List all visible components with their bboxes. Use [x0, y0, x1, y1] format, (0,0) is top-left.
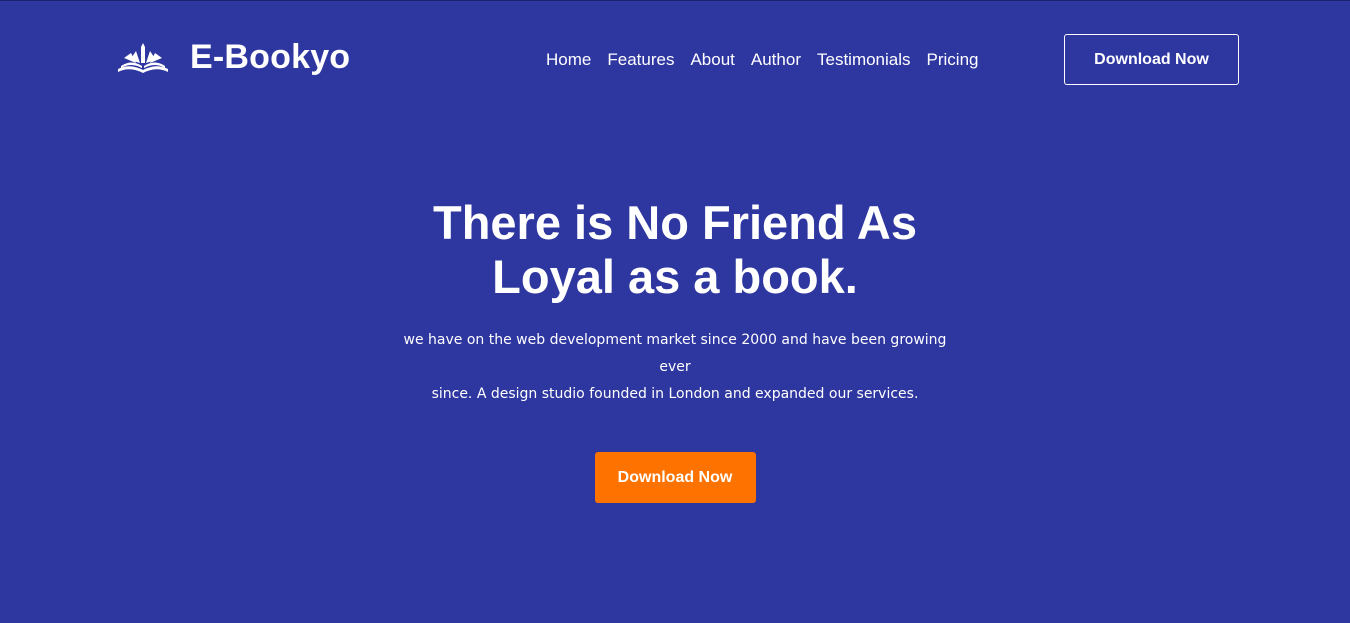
nav-link-pricing[interactable]: Pricing [927, 50, 979, 69]
header-download-button[interactable]: Download Now [1064, 34, 1239, 85]
hero-title-line2: Loyal as a book. [492, 250, 858, 303]
hero-description-line2: since. A design studio founded in London… [431, 386, 919, 402]
hero-description-line1: we have on the web development market si… [403, 332, 947, 375]
nav-link-author[interactable]: Author [751, 50, 801, 69]
hero-download-button[interactable]: Download Now [594, 452, 756, 503]
nav-item-testimonials: Testimonials [817, 50, 911, 70]
brand-logo[interactable]: E-Bookyo [116, 39, 350, 75]
nav-link-testimonials[interactable]: Testimonials [817, 50, 911, 69]
hero-title: There is No Friend As Loyal as a book. [375, 196, 975, 304]
open-book-icon [118, 43, 168, 73]
hero-description: we have on the web development market si… [395, 327, 955, 408]
nav-link-home[interactable]: Home [546, 50, 591, 69]
navbar: E-Bookyo Home Features About Author Test… [0, 1, 1350, 119]
nav-item-author: Author [751, 50, 801, 70]
nav-item-features: Features [607, 50, 674, 70]
hero-section: There is No Friend As Loyal as a book. w… [0, 196, 1350, 503]
nav-item-about: About [690, 50, 734, 70]
nav-item-home: Home [546, 50, 591, 70]
nav-link-features[interactable]: Features [607, 50, 674, 69]
nav-item-pricing: Pricing [927, 50, 979, 70]
hero-title-line1: There is No Friend As [432, 196, 918, 249]
brand-name: E-Bookyo [190, 38, 351, 76]
nav-link-about[interactable]: About [690, 50, 734, 69]
main-nav: Home Features About Author Testimonials … [546, 50, 979, 70]
